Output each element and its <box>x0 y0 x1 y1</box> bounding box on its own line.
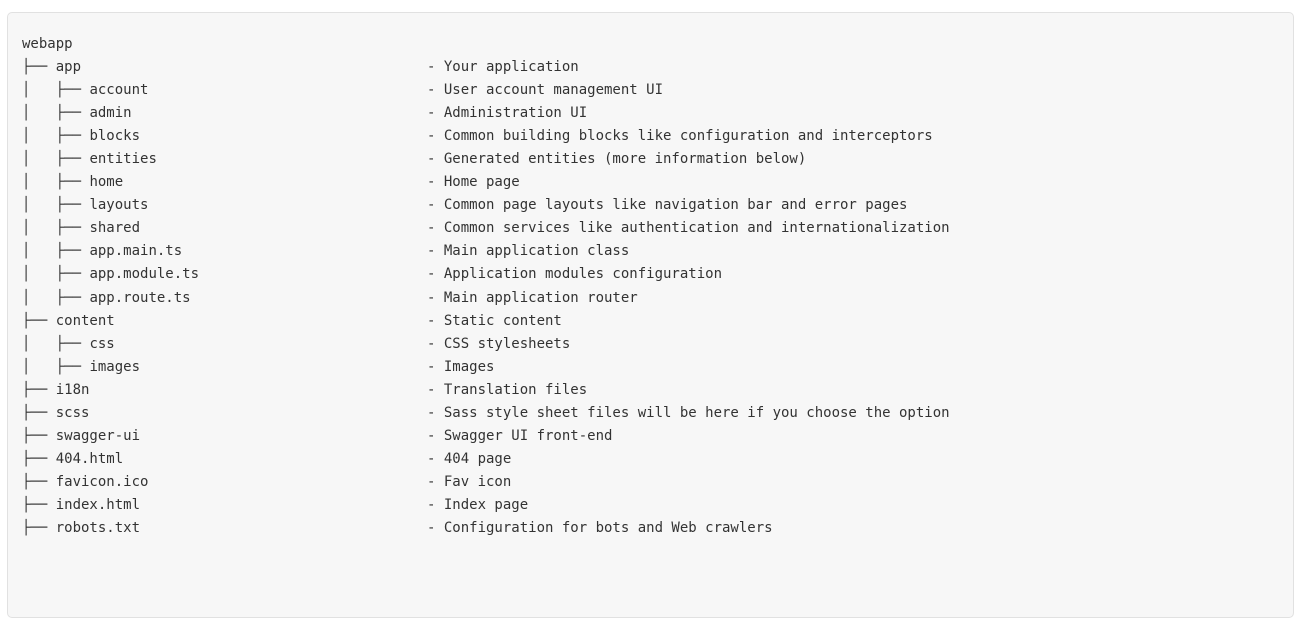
tree-line: │ ├── home - Home page <box>22 171 520 194</box>
tree-item-name: app.route.ts <box>89 289 191 306</box>
tree-line: ├── scss - Sass style sheet files will be… <box>22 402 950 425</box>
tree-line: │ ├── app.main.ts - Main application clas… <box>22 240 629 263</box>
tree-line: │ ├── images - Images <box>22 356 494 379</box>
tree-item-description: - Configuration for bots and Web crawler… <box>427 519 773 536</box>
tree-item-name: 404.html <box>55 450 124 467</box>
tree-branch-glyph: │ ├── <box>22 220 90 237</box>
tree-branch-glyph: │ ├── <box>22 289 90 306</box>
tree-item-description: - Common services like authentication an… <box>427 220 950 237</box>
tree-line: │ ├── shared - Common services like authe… <box>22 217 950 240</box>
tree-branch-glyph: ├── <box>22 450 56 467</box>
tree-line: │ ├── admin - Administration UI <box>22 102 587 125</box>
tree-line: │ ├── app.route.ts - Main application rou… <box>22 287 638 310</box>
tree-item-description: - Static content <box>427 312 562 329</box>
tree-branch-glyph: │ ├── <box>22 266 90 283</box>
code-block: webapp ├── app - Your application │ ├── ac… <box>7 12 1294 618</box>
tree-item-name: app.module.ts <box>89 266 200 283</box>
tree-item-description: - Your application <box>427 59 579 76</box>
tree-branch-glyph: │ ├── <box>22 197 90 214</box>
tree-item-name: images <box>89 358 141 375</box>
tree-branch-glyph: ├── <box>22 496 56 513</box>
tree-item-name: index.html <box>55 496 141 513</box>
tree-item-description: - Images <box>427 358 495 375</box>
tree-item-description: - Application modules configuration <box>427 266 723 283</box>
tree-item-description: - Index page <box>427 496 529 513</box>
tree-item-name: app.main.ts <box>89 243 183 260</box>
tree-branch-glyph: │ ├── <box>22 151 90 168</box>
tree-line: ├── content - Static content <box>22 310 562 333</box>
tree-branch-glyph: │ ├── <box>22 358 90 375</box>
tree-branch-glyph: │ ├── <box>22 128 90 145</box>
tree-branch-glyph: │ ├── <box>22 243 90 260</box>
tree-item-description: - Sass style sheet files will be here if… <box>427 404 950 421</box>
tree-line: │ ├── app.module.ts - Application modules… <box>22 263 722 286</box>
tree-item-name: robots.txt <box>55 519 141 536</box>
tree-branch-glyph: │ ├── <box>22 174 90 191</box>
tree-line: │ ├── entities - Generated entities (more… <box>22 148 806 171</box>
tree-line: ├── app - Your application <box>22 56 579 79</box>
tree-line: ├── 404.html - 404 page <box>22 448 511 471</box>
tree-item-name: favicon.ico <box>55 473 149 490</box>
tree-branch-glyph: ├── <box>22 312 56 329</box>
tree-item-description: - Main application router <box>427 289 638 306</box>
tree-item-description: - Translation files <box>427 381 588 398</box>
tree-branch-glyph: │ ├── <box>22 105 90 122</box>
tree-item-name: blocks <box>89 128 141 145</box>
tree-item-description: - Generated entities (more information b… <box>427 151 807 168</box>
tree-item-name: css <box>89 335 115 352</box>
tree-line: ├── swagger-ui - Swagger UI front-end <box>22 425 612 448</box>
tree-line: ├── i18n - Translation files <box>22 379 587 402</box>
tree-item-description: - User account management UI <box>427 82 664 99</box>
tree-item-name: content <box>55 312 115 329</box>
tree-item-name: app <box>55 59 82 76</box>
tree-item-description: - 404 page <box>427 450 512 467</box>
tree-line: │ ├── css - CSS stylesheets <box>22 333 570 356</box>
tree-line: ├── favicon.ico - Fav icon <box>22 471 511 494</box>
tree-item-description: - Fav icon <box>427 473 512 490</box>
tree-item-description: - Administration UI <box>427 105 588 122</box>
tree-branch-glyph: │ ├── <box>22 335 90 352</box>
tree-line: │ ├── layouts - Common page layouts like … <box>22 194 907 217</box>
tree-item-name: swagger-ui <box>55 427 141 444</box>
tree-item-name: shared <box>89 220 141 237</box>
tree-line: │ ├── blocks - Common building blocks lik… <box>22 125 933 148</box>
tree-line: │ ├── account - User account management U… <box>22 79 663 102</box>
tree-branch-glyph: ├── <box>22 519 56 536</box>
tree-item-description: - Home page <box>427 174 520 191</box>
tree-item-name: layouts <box>89 197 149 214</box>
tree-branch-glyph: ├── <box>22 427 56 444</box>
tree-item-name: entities <box>89 151 157 168</box>
tree-item-description: - Main application class <box>427 243 630 260</box>
tree-item-description: - Common building blocks like configurat… <box>427 128 933 145</box>
tree-branch-glyph: │ ├── <box>22 82 90 99</box>
tree-branch-glyph: ├── <box>22 473 56 490</box>
tree-item-name: account <box>89 82 149 99</box>
directory-tree: webapp ├── app - Your application │ ├── ac… <box>22 33 950 540</box>
tree-line: ├── index.html - Index page <box>22 494 528 517</box>
tree-entries: ├── app - Your application │ ├── account - … <box>22 56 950 540</box>
tree-item-name: home <box>89 174 124 191</box>
tree-branch-glyph: ├── <box>22 381 56 398</box>
tree-item-description: - Swagger UI front-end <box>427 427 613 444</box>
tree-branch-glyph: ├── <box>22 404 56 421</box>
tree-line: ├── robots.txt - Configuration for bots a… <box>22 517 773 540</box>
tree-branch-glyph: ├── <box>22 59 56 76</box>
tree-item-name: admin <box>89 105 132 122</box>
tree-root: webapp <box>22 36 73 52</box>
tree-item-name: i18n <box>55 381 90 398</box>
tree-item-description: - Common page layouts like navigation ba… <box>427 197 908 214</box>
tree-item-description: - CSS stylesheets <box>427 335 571 352</box>
tree-item-name: scss <box>55 404 90 421</box>
